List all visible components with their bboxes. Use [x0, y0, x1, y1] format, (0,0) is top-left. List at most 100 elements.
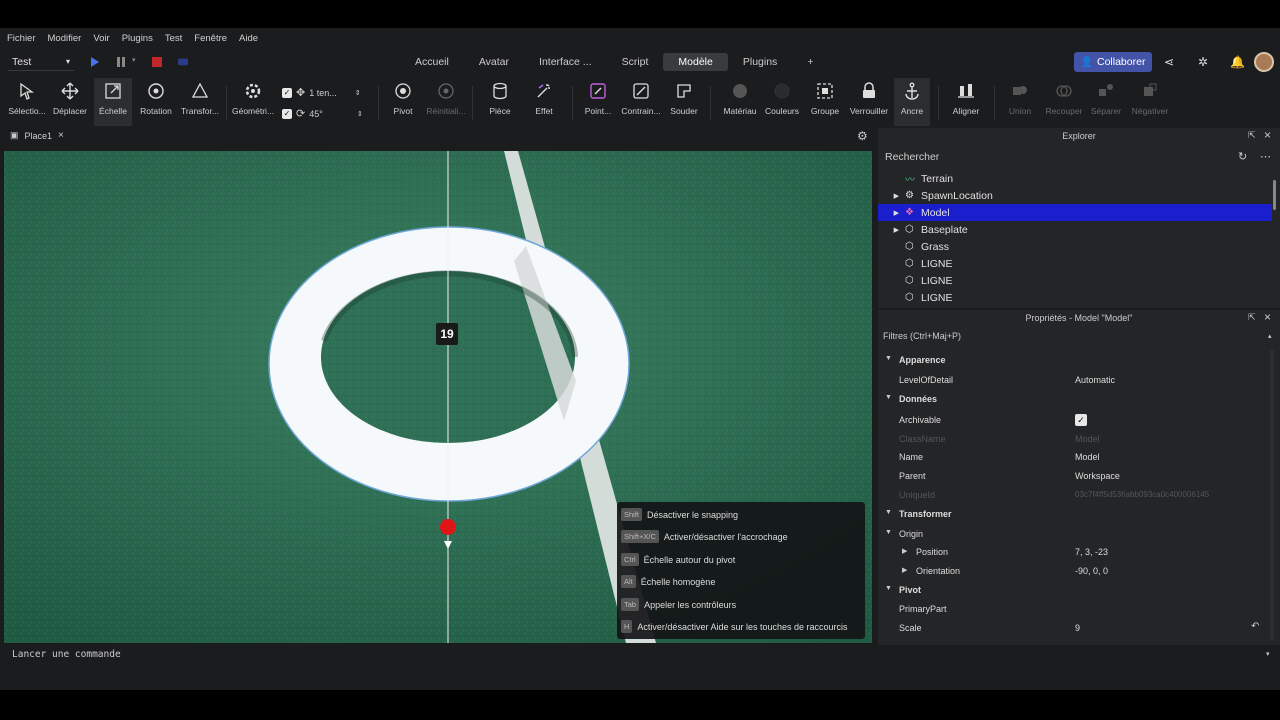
history-icon[interactable]: ↻: [1238, 150, 1247, 163]
expand-arrow-icon[interactable]: ▶: [902, 547, 907, 555]
stop-icon[interactable]: [152, 56, 162, 68]
property-row[interactable]: Name Model: [878, 448, 1270, 467]
move-snap-control[interactable]: ✓ ✥ 1 ten... ⇕: [282, 86, 361, 99]
tree-item-ligne[interactable]: ⬡ LIGNE: [878, 255, 1272, 272]
rotate-snap-control[interactable]: ✓ ⟳ 45° ⇕: [282, 107, 363, 120]
property-row[interactable]: LevelOfDetail Automatic: [878, 371, 1270, 390]
part-button[interactable]: Pièce: [482, 78, 518, 126]
rotate-tool-button[interactable]: Rotation: [137, 78, 175, 126]
menu-test[interactable]: Test: [165, 33, 182, 44]
weld-button[interactable]: Souder: [666, 78, 702, 126]
notification-bell-icon[interactable]: 🔔: [1230, 55, 1245, 69]
section-transform[interactable]: ▼ Transformer: [878, 505, 1270, 524]
tab-plugins[interactable]: Plugins: [728, 53, 792, 71]
section-data[interactable]: ▼ Données: [878, 390, 1270, 409]
pivot-button[interactable]: Pivot: [384, 78, 422, 126]
property-row[interactable]: ▶ Orientation -90, 0, 0: [878, 562, 1270, 581]
menu-window[interactable]: Fenêtre: [194, 33, 227, 44]
close-icon[interactable]: ×: [1264, 128, 1271, 142]
avatar[interactable]: [1254, 52, 1274, 72]
reset-value-icon[interactable]: ↶: [1251, 621, 1259, 632]
popout-icon[interactable]: ⇱: [1248, 312, 1256, 323]
property-value[interactable]: 7, 3, -23: [1075, 547, 1108, 557]
reset-pivot-button[interactable]: Réinitiali...: [426, 78, 466, 126]
chevron-down-icon[interactable]: ▾: [1266, 650, 1270, 658]
property-row-origin[interactable]: ▼ Origin: [878, 525, 1270, 544]
properties-filter-input[interactable]: Filtres (Ctrl+Maj+P): [883, 331, 961, 341]
tab-script[interactable]: Script: [607, 53, 664, 71]
close-icon[interactable]: ×: [58, 130, 64, 141]
move-snap-checkbox[interactable]: ✓: [282, 87, 292, 98]
menu-file[interactable]: Fichier: [7, 33, 36, 44]
collaborate-button[interactable]: 👤 Collaborer: [1074, 52, 1152, 72]
tab-model[interactable]: Modèle: [663, 53, 728, 71]
stepper-icon[interactable]: ⇕: [357, 110, 363, 118]
3d-viewport[interactable]: 19 Shift Désactiver le snapping Shift+X/C…: [4, 151, 872, 643]
property-row[interactable]: ▶ Position 7, 3, -23: [878, 543, 1270, 562]
explorer-scrollbar[interactable]: [1273, 180, 1276, 210]
section-appearance[interactable]: ▼ Apparence: [878, 351, 1270, 370]
property-value[interactable]: Automatic: [1075, 375, 1115, 385]
tree-item-ligne[interactable]: ⬡ LIGNE: [878, 289, 1272, 306]
chevron-down-icon[interactable]: ▾: [132, 56, 136, 64]
menu-view[interactable]: Voir: [93, 33, 109, 44]
property-value[interactable]: Workspace: [1075, 471, 1120, 481]
expand-arrow-icon[interactable]: ▶: [902, 566, 907, 574]
explorer-search-input[interactable]: Rechercher: [882, 148, 1274, 166]
scale-handle[interactable]: [440, 519, 456, 535]
align-button[interactable]: Aligner: [948, 78, 984, 126]
close-icon[interactable]: ×: [1264, 310, 1271, 324]
tree-item-ligne[interactable]: ⬡ LIGNE: [878, 272, 1272, 289]
share-icon[interactable]: ⋖: [1162, 55, 1176, 69]
tree-item-baseplate[interactable]: ▶ ⬡ Baseplate: [878, 221, 1272, 238]
colors-button[interactable]: Couleurs: [762, 78, 802, 126]
section-pivot[interactable]: ▼ Pivot: [878, 581, 1270, 600]
move-tool-button[interactable]: Déplacer: [50, 78, 90, 126]
group-button[interactable]: Groupe: [806, 78, 844, 126]
rotate-snap-checkbox[interactable]: ✓: [282, 108, 292, 119]
expand-arrow-icon[interactable]: ▶: [878, 209, 905, 217]
menu-edit[interactable]: Modifier: [48, 33, 82, 44]
properties-scrollbar[interactable]: [1270, 350, 1274, 640]
play-icon[interactable]: [90, 56, 100, 68]
client-server-icon[interactable]: [178, 56, 188, 68]
tab-ui[interactable]: Interface ...: [524, 53, 607, 71]
select-tool-button[interactable]: Sélectio...: [7, 78, 47, 126]
expand-arrow-icon[interactable]: ▶: [878, 192, 905, 200]
test-mode-select[interactable]: Test ▾: [8, 53, 74, 71]
effect-button[interactable]: Effet: [526, 78, 562, 126]
property-row[interactable]: Scale 9: [878, 619, 1270, 638]
stepper-icon[interactable]: ⇕: [355, 89, 361, 97]
tab-home[interactable]: Accueil: [400, 53, 464, 71]
menu-help[interactable]: Aide: [239, 33, 258, 44]
separate-button[interactable]: Séparer: [1088, 78, 1124, 126]
property-row[interactable]: PrimaryPart: [878, 600, 1270, 619]
property-value[interactable]: 9: [1075, 623, 1080, 633]
archivable-checkbox[interactable]: ✓: [1075, 414, 1087, 426]
scale-tool-button[interactable]: Échelle: [94, 78, 132, 126]
tree-item-model[interactable]: ▶ ❖ Model: [878, 204, 1272, 221]
anchor-button[interactable]: Ancre: [894, 78, 930, 126]
tab-avatar[interactable]: Avatar: [464, 53, 524, 71]
intersect-button[interactable]: Recouper: [1042, 78, 1086, 126]
transform-tool-button[interactable]: Transfor...: [180, 78, 220, 126]
assistant-icon[interactable]: ✲: [1196, 55, 1210, 69]
expand-arrow-icon[interactable]: ▶: [878, 226, 905, 234]
union-button[interactable]: Union: [1002, 78, 1038, 126]
property-row[interactable]: Archivable ✓: [878, 411, 1270, 430]
viewport-settings-gear-icon[interactable]: ⚙: [857, 129, 868, 143]
point-button[interactable]: Point...: [580, 78, 616, 126]
more-options-icon[interactable]: ⋯: [1260, 150, 1271, 163]
command-bar-input[interactable]: Lancer une commande: [0, 646, 1280, 664]
tree-item-spawnlocation[interactable]: ▶ ⚙ SpawnLocation: [878, 187, 1272, 204]
tree-item-terrain[interactable]: 〰 Terrain: [878, 170, 1272, 187]
tab-add[interactable]: +: [792, 53, 828, 71]
chevron-up-icon[interactable]: ▴: [1268, 332, 1272, 340]
property-value[interactable]: Model: [1075, 452, 1100, 462]
tree-item-grass[interactable]: ⬡ Grass: [878, 238, 1272, 255]
document-tab[interactable]: ▣ Place1 ×: [10, 130, 64, 141]
geometry-tool-button[interactable]: Géométri...: [232, 78, 274, 126]
material-button[interactable]: Matériau: [718, 78, 762, 126]
property-row[interactable]: Parent Workspace: [878, 467, 1270, 486]
lock-button[interactable]: Verrouiller: [848, 78, 890, 126]
